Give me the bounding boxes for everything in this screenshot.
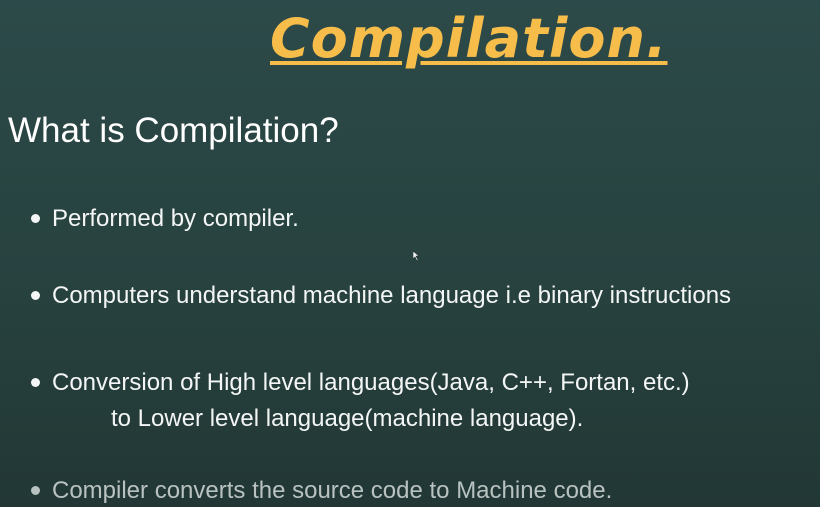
slide-title: Compilation. — [270, 7, 668, 70]
bullet-text: Compiler converts the source code to Mac… — [52, 477, 613, 504]
bullet-item: Computers understand machine language i.… — [31, 281, 731, 311]
slide-subtitle: What is Compilation? — [8, 111, 339, 150]
bullet-text: Conversion of High level languages(Java,… — [52, 369, 690, 396]
bullet-text: Performed by compiler. — [52, 205, 299, 232]
bullet-item: Conversion of High level languages(Java,… — [31, 368, 690, 398]
bullet-item: Compiler converts the source code to Mac… — [31, 476, 612, 506]
bullet-item: Performed by compiler. — [31, 204, 299, 234]
bullet-icon — [31, 214, 40, 223]
presentation-slide: Compilation. What is Compilation? Perfor… — [0, 0, 820, 507]
bullet-text: Computers understand machine language i.… — [52, 282, 732, 309]
bullet-icon — [31, 378, 40, 387]
bullet-icon — [31, 291, 40, 300]
bullet-continuation-text: to Lower level language(machine language… — [111, 405, 584, 432]
mouse-cursor-icon — [413, 251, 420, 261]
bullet-icon — [31, 486, 40, 495]
